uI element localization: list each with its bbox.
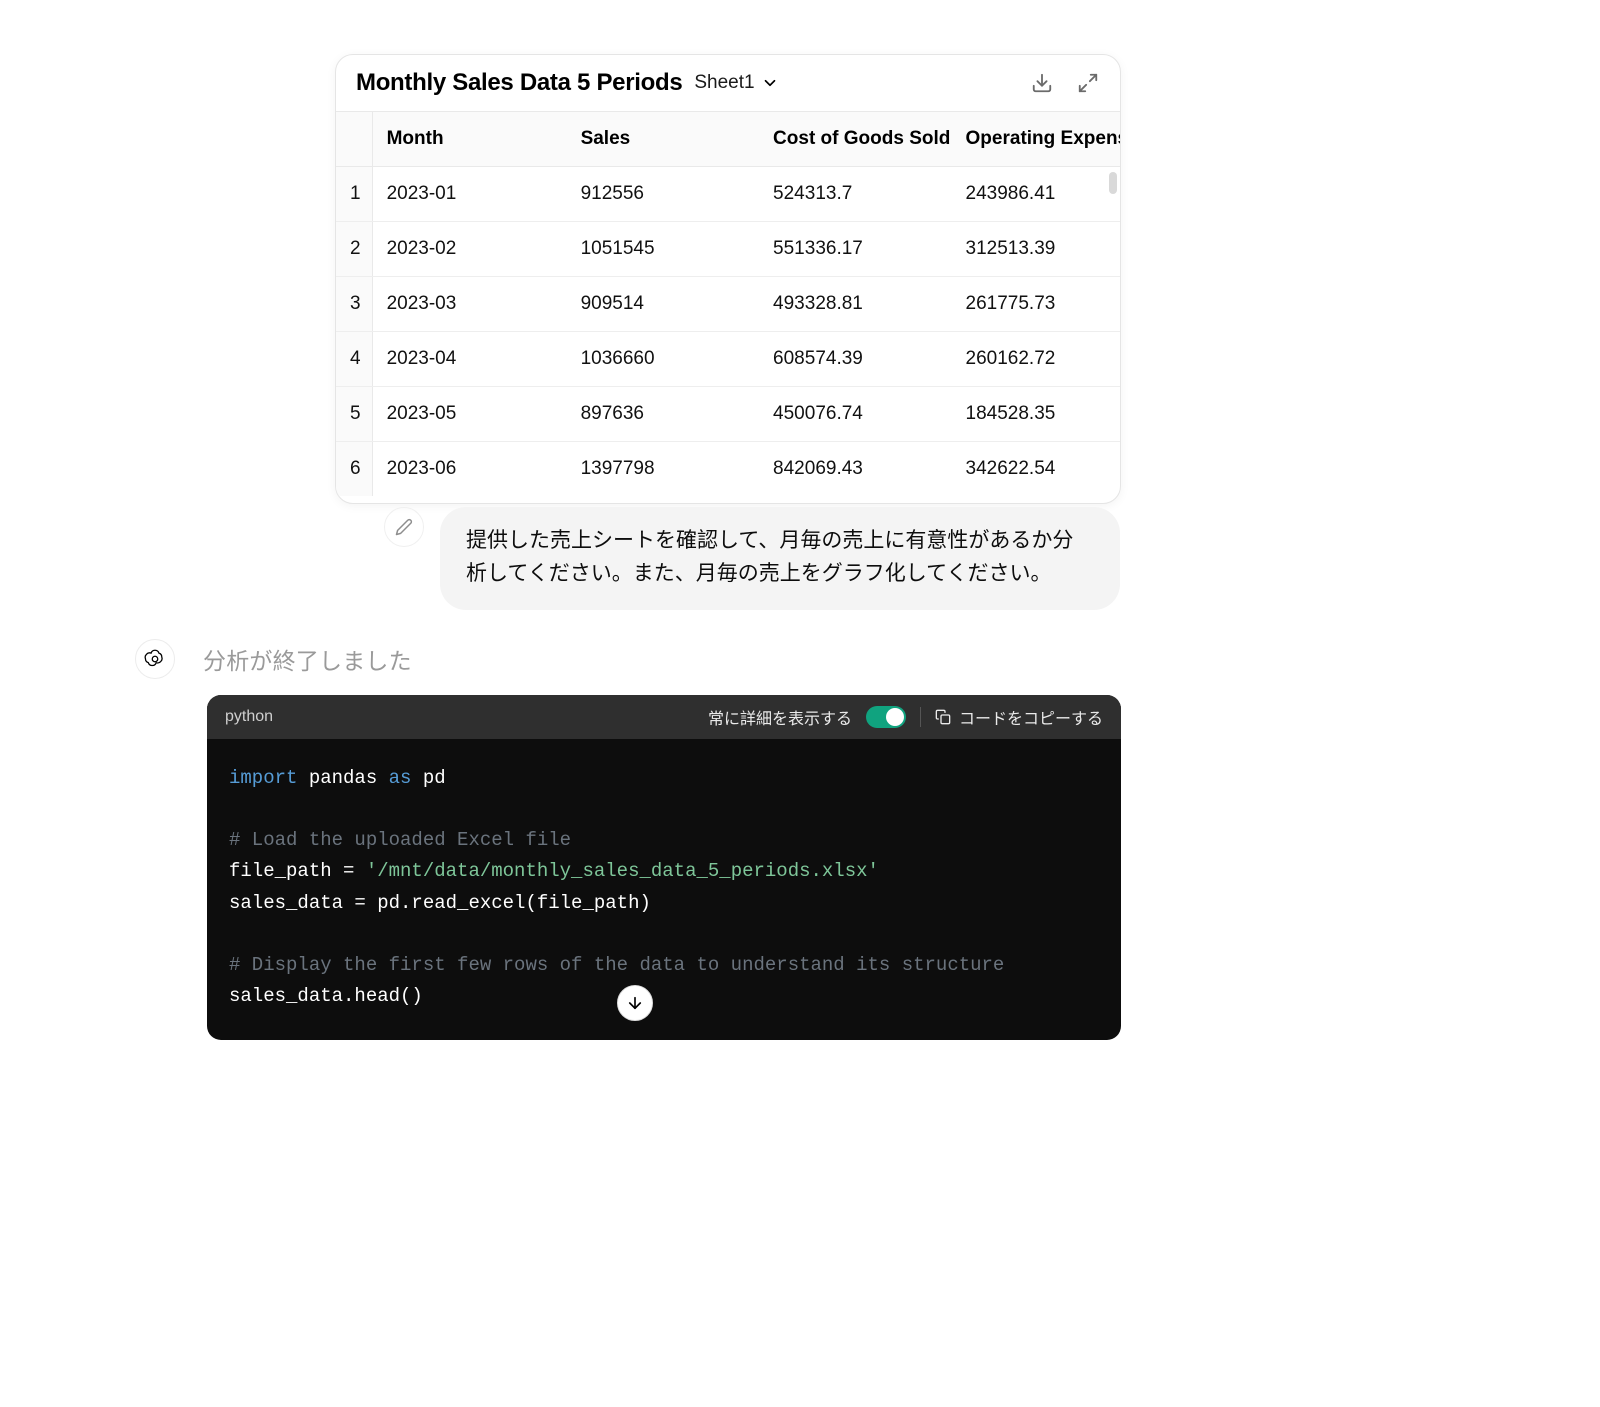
code-header-right: 常に詳細を表示する コードをコピーする bbox=[708, 705, 1103, 729]
cell-month: 2023-05 bbox=[372, 387, 566, 442]
user-message-row: 提供した売上シートを確認して、月毎の売上に有意性があるか分析してください。また、… bbox=[384, 507, 1120, 610]
edit-message-button[interactable] bbox=[384, 507, 424, 547]
row-index: 3 bbox=[336, 277, 372, 332]
openai-logo-icon bbox=[144, 648, 166, 670]
sheet-selector[interactable]: Sheet1 bbox=[694, 72, 778, 94]
cell-month: 2023-01 bbox=[372, 167, 566, 222]
card-title: Monthly Sales Data 5 Periods bbox=[356, 69, 682, 97]
chevron-down-icon bbox=[761, 74, 779, 92]
code-block: python 常に詳細を表示する コードをコピーする import pandas… bbox=[207, 695, 1121, 1040]
data-card: Monthly Sales Data 5 Periods Sheet1 Mont… bbox=[335, 54, 1121, 504]
col-index bbox=[336, 112, 372, 167]
row-index: 2 bbox=[336, 222, 372, 277]
code-header: python 常に詳細を表示する コードをコピーする bbox=[207, 695, 1121, 739]
table-row[interactable]: 12023-01912556524313.7243986.41 bbox=[336, 167, 1120, 222]
user-message-bubble: 提供した売上シートを確認して、月毎の売上に有意性があるか分析してください。また、… bbox=[440, 507, 1120, 610]
always-show-detail-label: 常に詳細を表示する bbox=[708, 705, 852, 729]
row-index: 1 bbox=[336, 167, 372, 222]
toggle-knob bbox=[886, 708, 904, 726]
cell-cogs: 493328.81 bbox=[759, 277, 951, 332]
cell-cogs: 524313.7 bbox=[759, 167, 951, 222]
cell-cogs: 450076.74 bbox=[759, 387, 951, 442]
cell-sales: 897636 bbox=[567, 387, 759, 442]
copy-icon bbox=[935, 709, 951, 725]
col-cogs[interactable]: Cost of Goods Sold bbox=[759, 112, 951, 167]
pencil-icon bbox=[395, 518, 413, 536]
cell-opex: 260162.72 bbox=[952, 332, 1120, 387]
table-row[interactable]: 42023-041036660608574.39260162.72 bbox=[336, 332, 1120, 387]
separator bbox=[920, 707, 921, 727]
copy-code-button[interactable]: コードをコピーする bbox=[935, 705, 1103, 729]
cell-sales: 909514 bbox=[567, 277, 759, 332]
cell-cogs: 608574.39 bbox=[759, 332, 951, 387]
scroll-to-bottom-button[interactable] bbox=[617, 985, 653, 1021]
cell-month: 2023-03 bbox=[372, 277, 566, 332]
data-table: Month Sales Cost of Goods Sold Operating… bbox=[336, 111, 1120, 496]
table-header-row: Month Sales Cost of Goods Sold Operating… bbox=[336, 112, 1120, 167]
table-row[interactable]: 62023-061397798842069.43342622.54 bbox=[336, 442, 1120, 497]
cell-sales: 1051545 bbox=[567, 222, 759, 277]
cell-opex: 243986.41 bbox=[952, 167, 1120, 222]
assistant-status: 分析が終了しました bbox=[203, 642, 412, 676]
row-index: 6 bbox=[336, 442, 372, 497]
code-body[interactable]: import pandas as pd # Load the uploaded … bbox=[207, 739, 1121, 1036]
cell-opex: 342622.54 bbox=[952, 442, 1120, 497]
cell-month: 2023-06 bbox=[372, 442, 566, 497]
row-index: 4 bbox=[336, 332, 372, 387]
arrow-down-icon bbox=[626, 994, 644, 1012]
cell-opex: 184528.35 bbox=[952, 387, 1120, 442]
download-icon[interactable] bbox=[1030, 71, 1054, 95]
assistant-avatar bbox=[135, 639, 175, 679]
always-show-detail-toggle[interactable] bbox=[866, 706, 906, 728]
code-language-label: python bbox=[225, 708, 273, 726]
col-month[interactable]: Month bbox=[372, 112, 566, 167]
table-row[interactable]: 22023-021051545551336.17312513.39 bbox=[336, 222, 1120, 277]
cell-month: 2023-04 bbox=[372, 332, 566, 387]
col-opex[interactable]: Operating Expense bbox=[952, 112, 1120, 167]
scrollbar-thumb[interactable] bbox=[1109, 172, 1117, 194]
assistant-row: 分析が終了しました bbox=[135, 639, 1120, 679]
card-header: Monthly Sales Data 5 Periods Sheet1 bbox=[336, 55, 1120, 111]
cell-opex: 312513.39 bbox=[952, 222, 1120, 277]
cell-sales: 1036660 bbox=[567, 332, 759, 387]
card-actions bbox=[1030, 71, 1100, 95]
cell-opex: 261775.73 bbox=[952, 277, 1120, 332]
cell-sales: 912556 bbox=[567, 167, 759, 222]
cell-cogs: 842069.43 bbox=[759, 442, 951, 497]
cell-month: 2023-02 bbox=[372, 222, 566, 277]
row-index: 5 bbox=[336, 387, 372, 442]
col-sales[interactable]: Sales bbox=[567, 112, 759, 167]
copy-code-label: コードをコピーする bbox=[959, 705, 1103, 729]
table-row[interactable]: 32023-03909514493328.81261775.73 bbox=[336, 277, 1120, 332]
table-row[interactable]: 52023-05897636450076.74184528.35 bbox=[336, 387, 1120, 442]
sheet-name: Sheet1 bbox=[694, 72, 754, 94]
expand-icon[interactable] bbox=[1076, 71, 1100, 95]
cell-sales: 1397798 bbox=[567, 442, 759, 497]
cell-cogs: 551336.17 bbox=[759, 222, 951, 277]
